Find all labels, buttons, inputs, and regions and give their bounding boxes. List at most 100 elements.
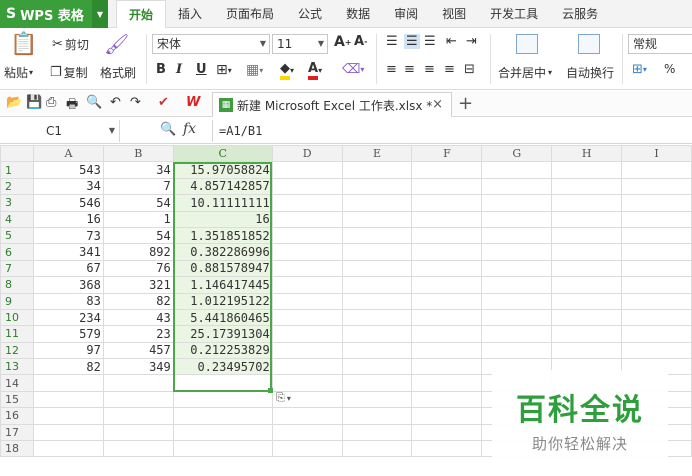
align-bottom-icon[interactable]: ☰ <box>424 34 436 49</box>
name-box[interactable]: C1 ▼ <box>0 120 120 142</box>
distributed-icon[interactable]: ⊟ <box>464 62 475 77</box>
cell-e18[interactable] <box>341 440 413 458</box>
cell-b2[interactable]: 7 <box>102 177 174 196</box>
cell-d17[interactable] <box>271 423 343 442</box>
tab-page-layout[interactable]: 页面布局 <box>214 0 286 28</box>
cell-d18[interactable] <box>271 440 343 458</box>
cell-d13[interactable] <box>271 358 343 376</box>
row-header[interactable]: 16 <box>0 407 34 425</box>
cell-h10[interactable] <box>551 308 623 327</box>
close-icon[interactable]: × <box>432 97 443 112</box>
cell-f18[interactable] <box>411 440 483 458</box>
column-header-d[interactable]: D <box>271 145 343 163</box>
cell-i12[interactable] <box>621 341 692 360</box>
cell-h12[interactable] <box>551 341 623 360</box>
cell-a9[interactable]: 83 <box>32 292 104 310</box>
cell-e10[interactable] <box>341 308 413 327</box>
insert-function-button[interactable]: fx <box>183 121 196 137</box>
currency-icon[interactable]: ⊞ ▾ <box>632 62 647 77</box>
cell-i1[interactable] <box>621 161 692 179</box>
print-icon[interactable]: 🖶 <box>66 95 78 117</box>
cell-h6[interactable] <box>551 243 623 261</box>
row-header[interactable]: 15 <box>0 390 34 409</box>
indent-decrease-icon[interactable]: ⇤ <box>446 34 457 49</box>
cell-h3[interactable] <box>551 194 623 212</box>
cell-b13[interactable]: 349 <box>102 358 174 376</box>
cell-f15[interactable] <box>411 390 483 409</box>
tab-formulas[interactable]: 公式 <box>286 0 334 28</box>
cell-a12[interactable]: 97 <box>32 341 104 360</box>
cell-d6[interactable] <box>271 243 343 261</box>
cell-e12[interactable] <box>341 341 413 360</box>
cell-e3[interactable] <box>341 194 413 212</box>
cell-f8[interactable] <box>411 276 483 294</box>
cell-a6[interactable]: 341 <box>32 243 104 261</box>
cell-h8[interactable] <box>551 276 623 294</box>
cell-f1[interactable] <box>411 161 483 179</box>
cell-i7[interactable] <box>621 259 692 278</box>
align-left-icon[interactable]: ≡ <box>386 62 397 77</box>
cell-a18[interactable] <box>32 440 104 458</box>
italic-button[interactable]: I <box>176 62 182 77</box>
cell-f11[interactable] <box>411 325 483 343</box>
cell-c9[interactable]: 1.012195122 <box>172 292 273 310</box>
new-tab-plus-icon[interactable]: + <box>458 93 473 114</box>
fill-pattern-icon[interactable]: ▦ ▾ <box>246 62 263 78</box>
cell-f10[interactable] <box>411 308 483 327</box>
cell-b4[interactable]: 1 <box>102 210 174 228</box>
cell-f13[interactable] <box>411 358 483 376</box>
justify-icon[interactable]: ≡ <box>444 62 455 77</box>
cell-e1[interactable] <box>341 161 413 179</box>
cell-g3[interactable] <box>481 194 553 212</box>
font-name-select[interactable]: 宋体 ▼ <box>152 34 270 54</box>
tab-home[interactable]: 开始 <box>116 0 167 29</box>
cell-a5[interactable]: 73 <box>32 226 104 245</box>
cell-h5[interactable] <box>551 226 623 245</box>
cell-h11[interactable] <box>551 325 623 343</box>
cell-a11[interactable]: 579 <box>32 325 104 343</box>
cell-e8[interactable] <box>341 276 413 294</box>
cell-i3[interactable] <box>621 194 692 212</box>
align-middle-icon[interactable]: ☰ <box>404 34 420 49</box>
redo-icon[interactable]: ↷ <box>130 95 141 110</box>
folder-open-icon[interactable]: 📂 <box>6 95 22 110</box>
row-header[interactable]: 1 <box>0 161 34 179</box>
cell-a16[interactable] <box>32 407 104 425</box>
fill-color-button[interactable]: ◆ ▾ <box>280 61 294 80</box>
align-right-icon[interactable]: ≡ <box>424 62 435 77</box>
paste-icon[interactable]: 📋 <box>10 32 37 57</box>
cell-e14[interactable] <box>341 374 413 392</box>
cell-g8[interactable] <box>481 276 553 294</box>
zoom-formula-icon[interactable]: 🔍 <box>160 122 176 137</box>
underline-button[interactable]: U <box>196 62 207 77</box>
cell-f4[interactable] <box>411 210 483 228</box>
cell-i11[interactable] <box>621 325 692 343</box>
cell-e15[interactable] <box>341 390 413 409</box>
cell-d5[interactable] <box>271 226 343 245</box>
cell-c8[interactable]: 1.146417445 <box>172 276 273 294</box>
cell-e9[interactable] <box>341 292 413 310</box>
cell-d7[interactable] <box>271 259 343 278</box>
cell-a1[interactable]: 543 <box>32 161 104 179</box>
cell-i5[interactable] <box>621 226 692 245</box>
align-top-icon[interactable]: ☰ <box>386 34 398 49</box>
select-all-corner[interactable] <box>0 145 34 163</box>
font-size-select[interactable]: 11 ▼ <box>272 34 328 54</box>
tab-cloud[interactable]: 云服务 <box>550 0 610 28</box>
cell-f3[interactable] <box>411 194 483 212</box>
cell-h4[interactable] <box>551 210 623 228</box>
save-icon[interactable]: 💾 <box>26 95 42 110</box>
cell-d12[interactable] <box>271 341 343 360</box>
tab-data[interactable]: 数据 <box>334 0 382 28</box>
cell-b1[interactable]: 34 <box>102 161 174 179</box>
cell-a2[interactable]: 34 <box>32 177 104 196</box>
cell-f2[interactable] <box>411 177 483 196</box>
cell-d9[interactable] <box>271 292 343 310</box>
cell-i9[interactable] <box>621 292 692 310</box>
cell-g2[interactable] <box>481 177 553 196</box>
cell-a8[interactable]: 368 <box>32 276 104 294</box>
export-icon[interactable]: ⎙ <box>46 95 56 110</box>
cell-c13[interactable]: 0.23495702 <box>172 358 273 376</box>
cell-d3[interactable] <box>271 194 343 212</box>
cell-b3[interactable]: 54 <box>102 194 174 212</box>
